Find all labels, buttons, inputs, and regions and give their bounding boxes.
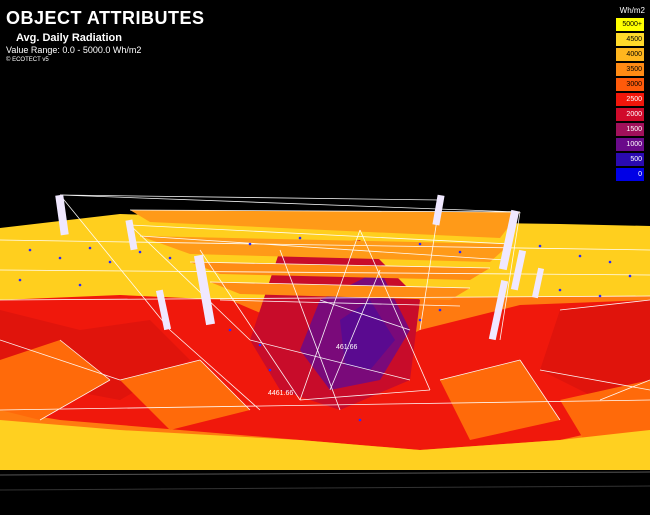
ground-line xyxy=(0,471,650,476)
legend-swatch: 3500 xyxy=(615,62,645,77)
legend-unit-label: Wh/m2 xyxy=(619,6,645,15)
radiation-scene[interactable] xyxy=(0,0,650,515)
legend-swatch: 2500 xyxy=(615,92,645,107)
legend-swatch: 4500 xyxy=(615,32,645,47)
attribute-subtitle: Avg. Daily Radiation xyxy=(16,32,122,44)
value-range-label: Value Range: 0.0 - 5000.0 Wh/m2 xyxy=(6,45,142,55)
viewport[interactable]: 461.66 4461.66 OBJECT ATTRIBUTES Avg. Da… xyxy=(0,0,650,515)
value-annotation-2: 4461.66 xyxy=(268,390,294,397)
value-annotation-1: 461.66 xyxy=(336,344,358,351)
legend-swatch: 5000+ xyxy=(615,17,645,32)
page-title: OBJECT ATTRIBUTES xyxy=(6,8,205,28)
legend-items: 5000+ 4500 4000 3500 3000 2500 2000 1500… xyxy=(615,17,645,182)
legend-swatch: 1000 xyxy=(615,137,645,152)
legend-swatch: 2000 xyxy=(615,107,645,122)
legend-swatch: 3000 xyxy=(615,77,645,92)
legend-swatch: 500 xyxy=(615,152,645,167)
ground-line-2 xyxy=(0,485,650,491)
credit-label: © ECOTECT v5 xyxy=(6,57,49,63)
color-legend: Wh/m2 5000+ 4500 4000 3500 3000 2500 200… xyxy=(615,6,645,182)
header: OBJECT ATTRIBUTES Avg. Daily Radiation V… xyxy=(6,8,205,64)
legend-swatch: 0 xyxy=(615,167,645,182)
legend-swatch: 1500 xyxy=(615,122,645,137)
legend-swatch: 4000 xyxy=(615,47,645,62)
